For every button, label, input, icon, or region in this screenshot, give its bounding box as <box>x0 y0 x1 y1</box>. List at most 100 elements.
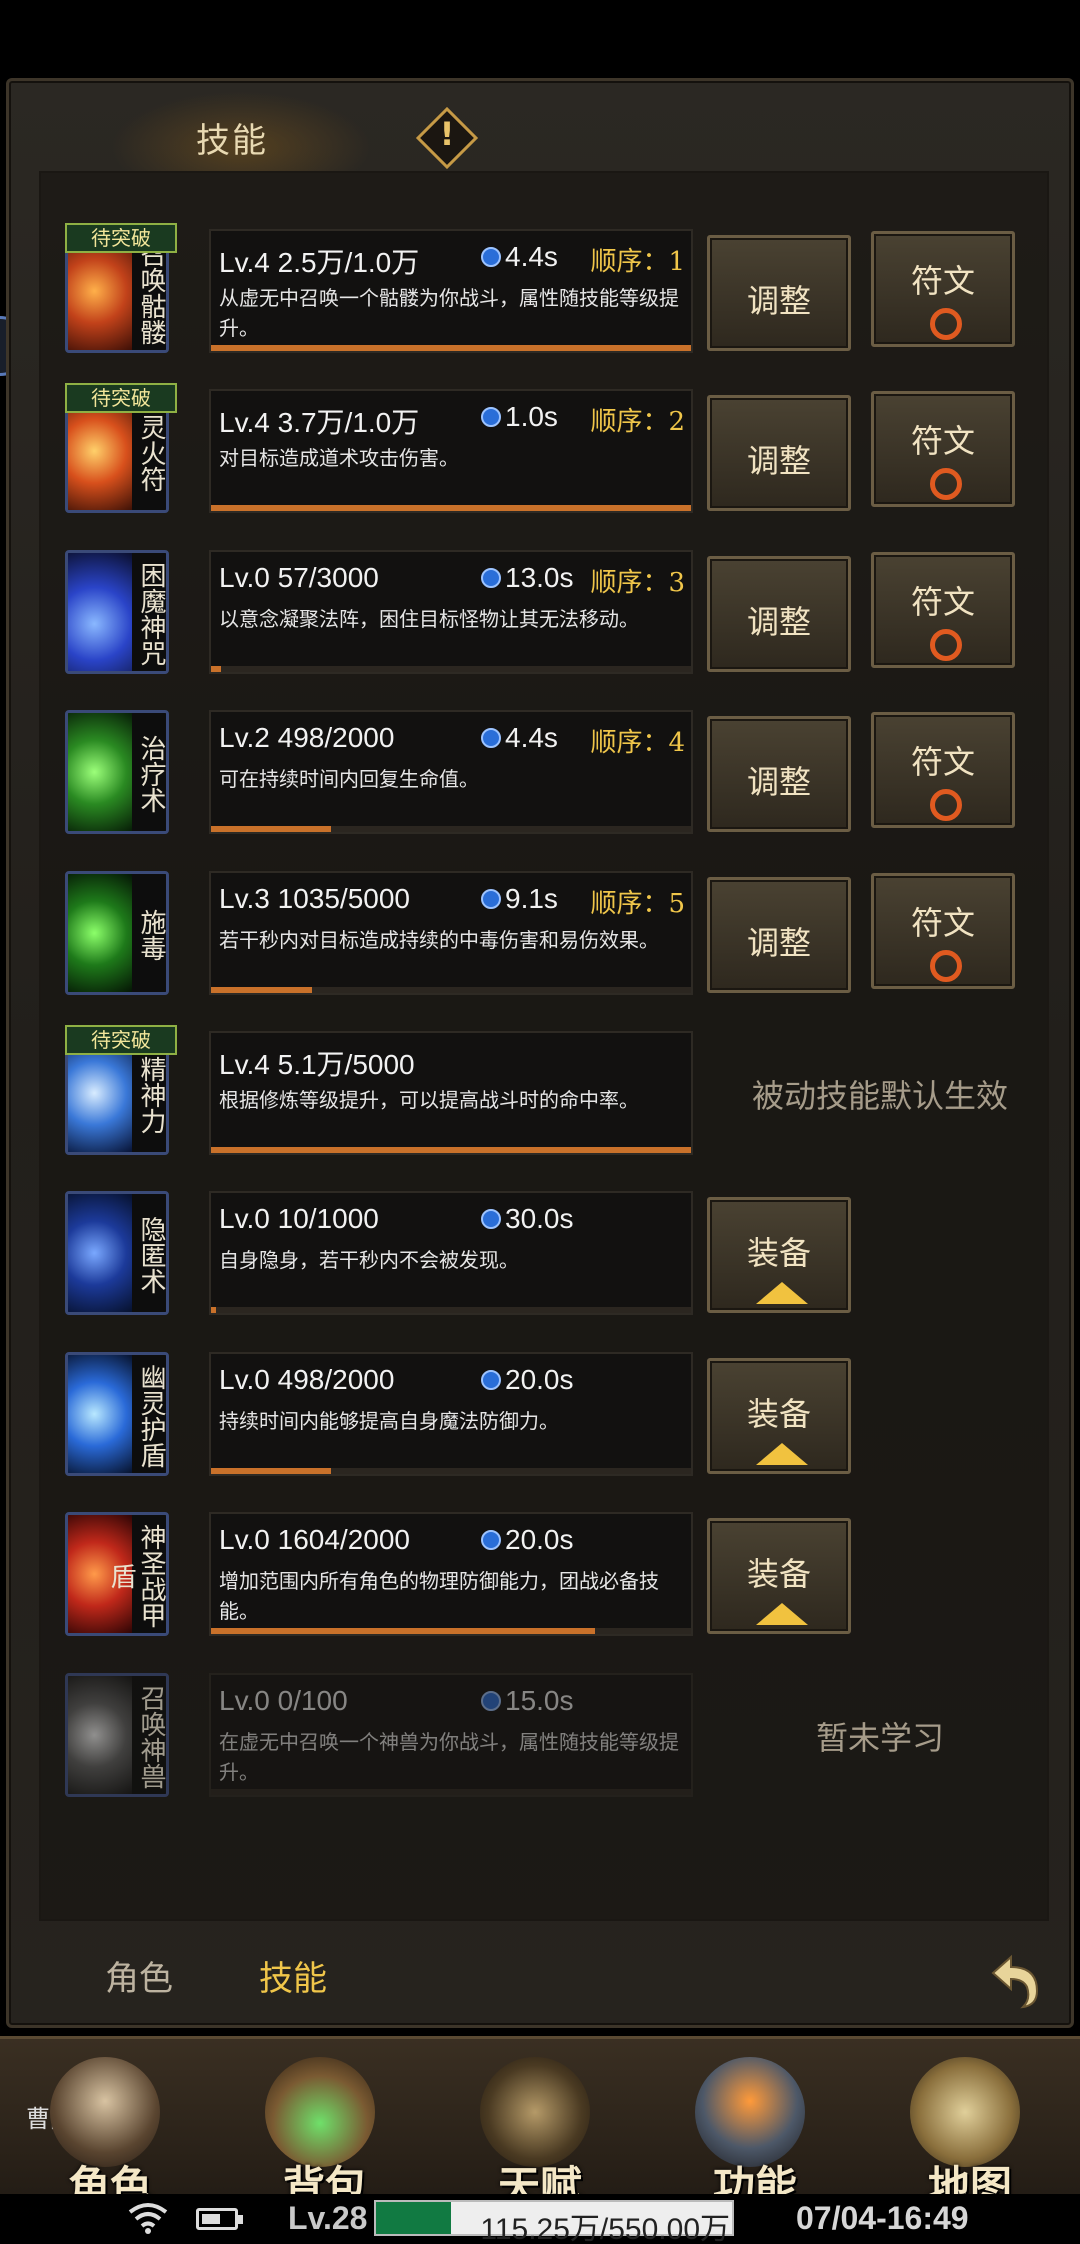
skill-order: 顺序：1 <box>590 247 685 277</box>
skill-info[interactable]: Lv.2 498/2000 4.4s 顺序：4 可在持续时间内回复生命值。 <box>209 710 693 835</box>
skill-row-holy-armor[interactable]: 神圣战甲盾 Lv.0 1604/2000 20.0s 增加范围内所有角色的物理防御能力… <box>65 1512 1055 1642</box>
skill-icon-ghost-shield[interactable]: 幽灵护盾 <box>65 1351 169 1476</box>
skill-info[interactable]: Lv.4 2.5万/1.0万 4.4s 顺序：1 从虚无中召唤一个骷髅为你战斗，属性随… <box>209 229 693 353</box>
equip-button[interactable]: 装备 <box>707 1518 851 1635</box>
rune-button[interactable]: 符文 <box>871 872 1015 989</box>
skill-icon-poison[interactable]: 施毒 <box>65 870 169 995</box>
skill-icon-stealth[interactable]: 隐匿术 <box>65 1191 169 1316</box>
rune-button[interactable]: 符文 <box>871 551 1015 668</box>
skill-info[interactable]: Lv.0 498/2000 20.0s 持续时间内能够提高自身魔法防御力。 <box>209 1351 693 1476</box>
skill-level: Lv.0 1604/2000 <box>219 1524 410 1556</box>
rune-ring-icon <box>930 628 962 661</box>
skill-cooldown: 15.0s <box>481 1685 574 1717</box>
skill-progress-bar <box>211 665 691 672</box>
adjust-button[interactable]: 调整 <box>707 555 851 672</box>
cooldown-clock-icon <box>481 407 501 428</box>
hooded-hero-icon <box>50 2057 160 2167</box>
skill-row-summon-skeleton[interactable]: 召唤骷髅 待突破 Lv.4 2.5万/1.0万 4.4s 顺序：1 从虚无中召唤一个骷髅为… <box>65 223 1055 359</box>
adjust-button[interactable]: 调整 <box>707 876 851 993</box>
skill-cooldown: 4.4s <box>481 241 558 273</box>
nav-bag-button[interactable]: 背包 <box>220 2049 430 2211</box>
breakthrough-badge: 待突破 <box>65 383 177 414</box>
cooldown-clock-icon <box>481 1369 501 1390</box>
rune-button[interactable]: 符文 <box>871 391 1015 508</box>
skill-info[interactable]: Lv.0 0/100 15.0s 在虚无中召唤一个神兽为你战斗，属性随技能等级提升。 <box>209 1672 693 1797</box>
adjust-button[interactable]: 调整 <box>707 395 851 512</box>
skill-progress-fill <box>211 1467 331 1474</box>
skill-progress-bar <box>211 1628 691 1635</box>
skill-info[interactable]: Lv.0 1604/2000 20.0s 增加范围内所有角色的物理防御能力，团战必备… <box>209 1512 693 1637</box>
skill-row-summon-beast[interactable]: 召唤神兽 Lv.0 0/100 15.0s 在虚无中召唤一个神兽为你战斗，属性随技能等… <box>65 1672 1055 1803</box>
equip-button[interactable]: 装备 <box>707 1357 851 1474</box>
back-arrow-icon[interactable] <box>981 1947 1045 2011</box>
skill-progress-fill <box>211 665 221 672</box>
skill-row-trap-curse[interactable]: 困魔神咒 Lv.0 57/3000 13.0s 顺序：3 以意念凝聚法阵，困住目标怪物让… <box>65 549 1055 680</box>
skill-cooldown: 20.0s <box>481 1364 574 1396</box>
rune-ring-icon <box>930 468 962 501</box>
not-learned-note: 暂未学习 <box>815 1718 944 1757</box>
tab-skill-header[interactable]: 技能 <box>111 91 371 171</box>
tab-skill[interactable]: 技能 <box>259 1951 327 2000</box>
skill-progress-fill <box>211 1307 216 1314</box>
skill-order: 顺序：2 <box>590 407 685 438</box>
skill-row-soul-fire[interactable]: 灵火符 待突破 Lv.4 3.7万/1.0万 1.0s 顺序：2 对目标造成道术攻击伤害。… <box>65 383 1055 519</box>
skill-level: Lv.0 57/3000 <box>219 561 379 593</box>
nav-character-button[interactable]: 角色 <box>5 2049 215 2211</box>
skill-description: 在虚无中召唤一个神兽为你战斗，属性随技能等级提升。 <box>219 1729 679 1784</box>
cooldown-clock-icon <box>481 567 501 588</box>
skill-cooldown: 20.0s <box>481 1524 574 1556</box>
skill-progress-fill <box>211 1628 595 1635</box>
skill-art <box>68 713 134 832</box>
passive-note: 被动技能默认生效 <box>751 1077 1008 1115</box>
skill-description: 持续时间内能够提高自身魔法防御力。 <box>219 1408 559 1433</box>
cooldown-clock-icon <box>481 1209 501 1230</box>
adjust-button[interactable]: 调整 <box>707 716 851 833</box>
skill-description: 对目标造成道术攻击伤害。 <box>219 446 459 471</box>
equip-button[interactable]: 装备 <box>707 1197 851 1314</box>
skill-progress-bar <box>211 345 691 351</box>
skill-progress-bar <box>211 986 691 993</box>
skill-art <box>68 552 134 671</box>
bottom-tabs: 角色 技能 <box>9 1941 1077 2021</box>
warning-icon[interactable]: ! <box>415 106 479 170</box>
skill-art <box>68 1354 134 1473</box>
skill-progress-bar <box>211 1147 691 1153</box>
rune-ring-icon <box>930 949 962 982</box>
skill-list[interactable]: 召唤骷髅 待突破 Lv.4 2.5万/1.0万 4.4s 顺序：1 从虚无中召唤一个骷髅为… <box>39 171 1049 1921</box>
skill-description: 自身隐身，若干秒内不会被发现。 <box>219 1248 519 1273</box>
skill-info[interactable]: Lv.0 10/1000 30.0s 自身隐身，若干秒内不会被发现。 <box>209 1191 693 1316</box>
tab-character[interactable]: 角色 <box>105 1951 173 2000</box>
nav-talent-button[interactable]: 天赋 <box>435 2049 645 2211</box>
cooldown-clock-icon <box>481 888 501 909</box>
skill-icon-summon-beast[interactable]: 召唤神兽 <box>65 1672 169 1797</box>
skill-level: Lv.4 2.5万/1.0万 <box>219 247 420 278</box>
nav-function-button[interactable]: 功能 <box>650 2049 860 2211</box>
skill-row-poison[interactable]: 施毒 Lv.3 1035/5000 9.1s 顺序：5 若干秒内对目标造成持续的中毒伤害… <box>65 870 1055 1001</box>
skill-info[interactable]: Lv.4 3.7万/1.0万 1.0s 顺序：2 对目标造成道术攻击伤害。 <box>209 389 693 514</box>
skill-row-spirit[interactable]: 精神力 待突破 Lv.4 5.1万/5000 根据修炼等级提升，可以提高战斗时的命中率… <box>65 1025 1055 1161</box>
skill-description: 根据修炼等级提升，可以提高战斗时的命中率。 <box>219 1088 639 1112</box>
skill-description: 若干秒内对目标造成持续的中毒伤害和易伤效果。 <box>219 927 659 952</box>
skill-icon-holy-armor[interactable]: 神圣战甲盾 <box>65 1512 169 1637</box>
skill-art <box>68 1675 134 1794</box>
rune-button[interactable]: 符文 <box>871 231 1015 347</box>
up-arrow-icon <box>756 1603 808 1626</box>
skill-info[interactable]: Lv.4 5.1万/5000 根据修炼等级提升，可以提高战斗时的命中率。 <box>209 1031 693 1155</box>
breakthrough-badge: 待突破 <box>65 223 177 253</box>
skill-row-stealth[interactable]: 隐匿术 Lv.0 10/1000 30.0s 自身隐身，若干秒内不会被发现。 装备 <box>65 1191 1055 1321</box>
skill-name: 隐匿术 <box>132 1194 166 1313</box>
adjust-button[interactable]: 调整 <box>707 235 851 351</box>
nav-map-button[interactable]: 地图 <box>865 2049 1075 2211</box>
rune-ring-icon <box>930 308 962 340</box>
skill-row-ghost-shield[interactable]: 幽灵护盾 Lv.0 498/2000 20.0s 持续时间内能够提高自身魔法防御力。 装… <box>65 1351 1055 1482</box>
skill-info[interactable]: Lv.0 57/3000 13.0s 顺序：3 以意念凝聚法阵，困住目标怪物让其无法移… <box>209 549 693 674</box>
skill-progress-bar <box>211 505 691 512</box>
skill-icon-trap-curse[interactable]: 困魔神咒 <box>65 549 169 674</box>
cooldown-clock-icon <box>481 728 501 749</box>
skill-row-healing[interactable]: 治疗术 Lv.2 498/2000 4.4s 顺序：4 可在持续时间内回复生命值。 调整符… <box>65 710 1055 840</box>
skill-panel: 技能 ! 召唤骷髅 待突破 Lv.4 2.5万/1.0万 4.4s 顺序：1 从虚无中召唤… <box>6 78 1074 2028</box>
exp-bar: 115.25万/550.00万 <box>374 2200 734 2244</box>
rune-button[interactable]: 符文 <box>871 712 1015 829</box>
skill-icon-healing[interactable]: 治疗术 <box>65 710 169 835</box>
skill-info[interactable]: Lv.3 1035/5000 9.1s 顺序：5 若干秒内对目标造成持续的中毒伤害和易… <box>209 870 693 995</box>
